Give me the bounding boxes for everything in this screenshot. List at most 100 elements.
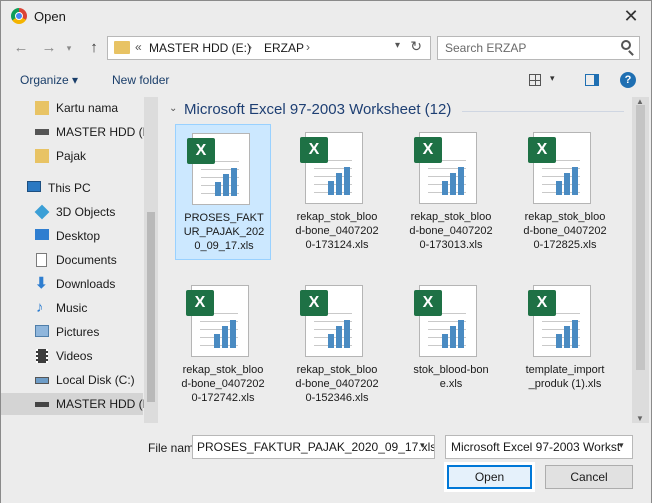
chevron-down-icon[interactable]: ▾ <box>420 440 425 451</box>
sidebar-item-documents[interactable]: Documents <box>1 249 143 271</box>
documents-icon <box>36 253 47 267</box>
sidebar-item-label: Documents <box>56 253 117 267</box>
sidebar-item-label: Pajak <box>56 149 87 163</box>
excel-file-icon: X <box>186 285 249 357</box>
search-input[interactable]: Search ERZAP <box>437 36 640 60</box>
navigation-bar: ← → ▾ ↑ « MASTER HDD (E:) › ERZAP › ▾ ↻ … <box>1 34 651 62</box>
drive-icon <box>35 377 49 384</box>
excel-file-icon: X <box>528 285 591 357</box>
file-name: rekap_stok_blood-bone_04072020-173013.xl… <box>409 211 493 251</box>
sidebar-item-master-hdd-selected[interactable]: MASTER HDD (E <box>1 393 151 415</box>
breadcrumb-overflow[interactable]: « <box>135 40 142 54</box>
sidebar-item-pajak[interactable]: Pajak <box>1 145 143 167</box>
breadcrumb-drive[interactable]: MASTER HDD (E:) <box>149 41 251 55</box>
sidebar-item-label: Pictures <box>56 325 100 339</box>
sidebar-scrollbar[interactable] <box>144 97 158 423</box>
sidebar-item-label: Music <box>56 301 88 315</box>
recent-locations-chevron-icon[interactable]: ▾ <box>59 37 79 59</box>
chevron-down-icon[interactable]: ▾ <box>619 440 624 451</box>
file-item[interactable]: X rekap_stok_blood-bone_04072020-172825.… <box>517 124 613 260</box>
file-list-scrollbar[interactable]: ▲ ▼ <box>632 97 649 423</box>
excel-file-icon: X <box>300 285 363 357</box>
open-button[interactable]: Open <box>447 465 532 489</box>
sidebar-item-label: 3D Objects <box>56 205 116 219</box>
3d-objects-icon <box>34 204 50 220</box>
download-arrow-icon: ⬇ <box>35 275 48 292</box>
scroll-down-icon[interactable]: ▼ <box>636 414 644 423</box>
group-divider <box>462 111 624 112</box>
sidebar-scrollbar-thumb[interactable] <box>147 212 155 402</box>
file-item[interactable]: X rekap_stok_blood-bone_04072020-172742.… <box>175 277 271 413</box>
excel-file-icon: X <box>528 132 591 204</box>
up-arrow-icon[interactable]: ↑ <box>84 37 104 59</box>
navigation-pane: Kartu nama MASTER HDD (E Pajak This PC 3… <box>1 97 158 423</box>
file-item[interactable]: X stok_blood-bone.xls <box>403 277 499 413</box>
change-view-icon[interactable] <box>529 74 541 86</box>
sidebar-item-label: Videos <box>56 349 93 363</box>
chevron-down-icon[interactable]: ▾ <box>395 40 400 51</box>
file-name: template_import_produk (1).xls <box>525 364 605 390</box>
command-toolbar: Organize ▾ New folder ▾ ? <box>1 66 651 96</box>
file-item[interactable]: X template_import_produk (1).xls <box>517 277 613 413</box>
computer-icon <box>27 181 41 192</box>
sidebar-item-music[interactable]: ♪ Music <box>1 297 143 319</box>
file-list: ⌄ Microsoft Excel 97-2003 Worksheet (12)… <box>160 97 632 423</box>
help-icon[interactable]: ? <box>620 72 636 88</box>
sidebar-item-label: MASTER HDD (E <box>56 125 151 139</box>
search-placeholder: Search ERZAP <box>445 41 527 55</box>
organize-button[interactable]: Organize ▾ <box>20 73 78 87</box>
breadcrumb-separator-icon[interactable]: › <box>248 40 252 54</box>
sidebar-item-kartu-nama[interactable]: Kartu nama <box>1 97 143 119</box>
file-type-select[interactable]: Microsoft Excel 97-2003 Workst <box>445 435 633 459</box>
close-icon[interactable]: ✕ <box>619 4 643 28</box>
file-item[interactable]: X rekap_stok_blood-bone_04072020-173124.… <box>289 124 385 260</box>
pictures-icon <box>35 325 49 337</box>
drive-icon <box>35 402 49 407</box>
sidebar-item-3d-objects[interactable]: 3D Objects <box>1 201 143 223</box>
file-name: PROSES_FAKTUR_PAJAK_2020_09_17.xls <box>183 212 265 252</box>
refresh-icon[interactable]: ↻ <box>410 38 422 55</box>
drive-icon <box>35 129 49 135</box>
sidebar-item-label: MASTER HDD (E <box>56 397 151 411</box>
title-bar: Open ✕ <box>1 1 651 31</box>
group-header[interactable]: Microsoft Excel 97-2003 Worksheet (12) <box>184 101 451 118</box>
preview-pane-icon[interactable] <box>585 74 599 86</box>
file-name: rekap_stok_blood-bone_04072020-172825.xl… <box>523 211 607 251</box>
desktop-icon <box>35 229 49 240</box>
sidebar-item-this-pc[interactable]: This PC <box>1 177 143 199</box>
file-item[interactable]: X rekap_stok_blood-bone_04072020-173013.… <box>403 124 499 260</box>
sidebar-item-downloads[interactable]: ⬇ Downloads <box>1 273 143 295</box>
back-arrow-icon[interactable]: ← <box>11 37 31 59</box>
excel-file-icon: X <box>414 132 477 204</box>
sidebar-item-desktop[interactable]: Desktop <box>1 225 143 247</box>
collapse-group-chevron-icon[interactable]: ⌄ <box>169 103 177 114</box>
chevron-down-icon[interactable]: ▾ <box>550 73 555 84</box>
music-note-icon: ♪ <box>36 299 44 316</box>
sidebar-item-label: Local Disk (C:) <box>56 373 135 387</box>
address-bar[interactable]: « MASTER HDD (E:) › ERZAP › ▾ ↻ <box>107 36 431 60</box>
new-folder-button[interactable]: New folder <box>112 73 169 87</box>
file-name-input[interactable]: PROSES_FAKTUR_PAJAK_2020_09_17.xls <box>192 435 435 459</box>
excel-file-icon: X <box>187 133 250 205</box>
sidebar-item-videos[interactable]: Videos <box>1 345 143 367</box>
excel-file-icon: X <box>300 132 363 204</box>
sidebar-item-label: This PC <box>48 181 91 195</box>
videos-icon <box>36 349 48 363</box>
sidebar-item-pictures[interactable]: Pictures <box>1 321 143 343</box>
breadcrumb-folder[interactable]: ERZAP <box>264 41 304 55</box>
breadcrumb-separator-icon[interactable]: › <box>306 40 310 54</box>
file-name: rekap_stok_blood-bone_04072020-173124.xl… <box>295 211 379 251</box>
cancel-button[interactable]: Cancel <box>545 465 633 489</box>
file-item[interactable]: X rekap_stok_blood-bone_04072020-152346.… <box>289 277 385 413</box>
open-dialog: Open ✕ ← → ▾ ↑ « MASTER HDD (E:) › ERZAP… <box>0 0 652 503</box>
folder-icon <box>114 41 130 54</box>
file-item-proses-faktur[interactable]: X PROSES_FAKTUR_PAJAK_2020_09_17.xls <box>175 124 271 260</box>
sidebar-item-label: Desktop <box>56 229 101 243</box>
chrome-icon <box>11 8 27 24</box>
file-list-scrollbar-thumb[interactable] <box>636 105 645 370</box>
sidebar-item-master-hdd[interactable]: MASTER HDD (E <box>1 121 151 143</box>
file-name: rekap_stok_blood-bone_04072020-172742.xl… <box>181 364 265 404</box>
forward-arrow-icon[interactable]: → <box>39 37 59 59</box>
folder-icon <box>35 101 49 115</box>
sidebar-item-local-disk[interactable]: Local Disk (C:) <box>1 369 143 391</box>
